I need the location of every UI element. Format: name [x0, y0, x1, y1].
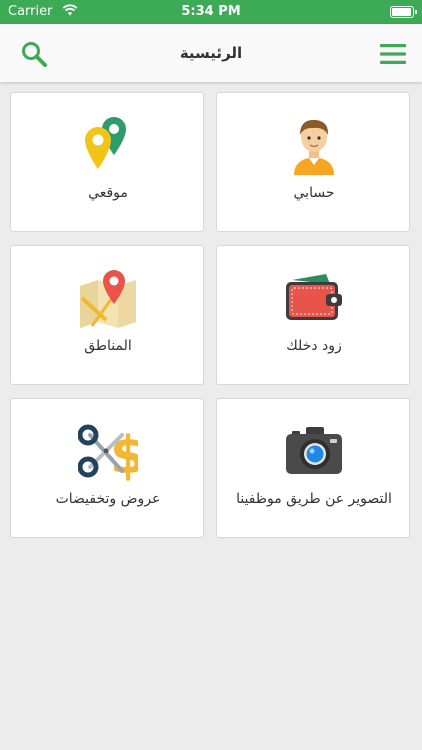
tile-photography-service[interactable]: التصوير عن طريق موظفينا	[216, 398, 410, 538]
tile-regions[interactable]: المناطق	[10, 245, 204, 385]
wallet-icon	[286, 274, 342, 320]
tile-offers-discounts[interactable]: $ عروض وتخفيضات	[10, 398, 204, 538]
user-avatar-icon	[294, 119, 334, 175]
tile-label: حسابي	[293, 185, 335, 201]
scissors-dollar-icon: $	[78, 424, 138, 481]
page-title: الرئيسية	[179, 44, 243, 62]
status-bar: Carrier 5:34 PM	[0, 0, 422, 24]
nav-bar: الرئيسية	[0, 24, 422, 82]
tile-my-location[interactable]: موقعي	[10, 92, 204, 232]
tile-label: موقعي	[88, 185, 128, 201]
location-pins-icon	[85, 117, 126, 169]
tile-label: التصوير عن طريق موظفينا	[236, 491, 392, 507]
tile-increase-income[interactable]: زود دخلك	[216, 245, 410, 385]
tile-my-account[interactable]: حسابي	[216, 92, 410, 232]
svg-text:$: $	[110, 426, 138, 481]
battery-icon	[390, 6, 417, 18]
clock: 5:34 PM	[181, 4, 241, 19]
map-icon	[80, 270, 136, 328]
camera-icon	[286, 427, 342, 474]
tile-label: المناطق	[84, 338, 132, 354]
menu-icon[interactable]	[380, 43, 406, 65]
tile-label: عروض وتخفيضات	[55, 491, 161, 507]
tile-label: زود دخلك	[286, 338, 342, 354]
